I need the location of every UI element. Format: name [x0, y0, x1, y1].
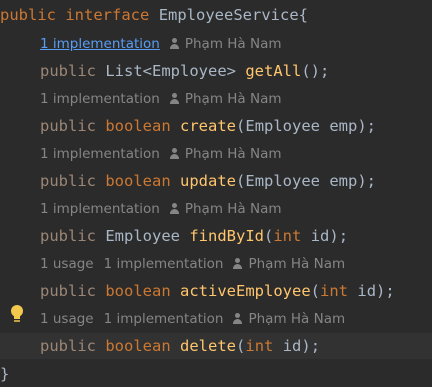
return-type: boolean	[105, 117, 171, 135]
lightbulb-icon[interactable]	[10, 305, 24, 323]
author-label[interactable]: Phạm Hà Nam	[185, 201, 282, 217]
method-name[interactable]: activeEmployee	[180, 282, 311, 300]
implementation-link[interactable]: 1 implementation	[40, 201, 160, 217]
code-vision-hint: 1 usage 1 implementation Phạm Hà Nam	[40, 253, 345, 275]
method-name[interactable]: create	[180, 117, 236, 135]
keyword: public	[0, 6, 56, 24]
param-name: id	[282, 337, 302, 355]
param-type: int	[320, 282, 349, 300]
person-icon	[169, 38, 180, 49]
return-type: Employee	[105, 227, 180, 245]
closing-brace: }	[0, 365, 10, 383]
method-name[interactable]: update	[180, 172, 236, 190]
implementation-link[interactable]: 1 implementation	[40, 36, 160, 52]
method-line: public Employee findById(int id);	[40, 227, 349, 245]
code-vision-hint: 1 implementation Phạm Hà Nam	[40, 88, 282, 110]
param-name: id	[357, 282, 377, 300]
modifier: public	[40, 337, 96, 355]
code-vision-hint: 1 implementation Phạm Hà Nam	[40, 33, 282, 55]
person-icon	[169, 203, 180, 214]
code-vision-hint: 1 implementation Phạm Hà Nam	[40, 198, 282, 220]
author-label[interactable]: Phạm Hà Nam	[248, 256, 345, 272]
modifier: public	[40, 117, 96, 135]
method-line: public boolean create(Employee emp);	[40, 117, 377, 135]
return-type: List<Employee>	[105, 62, 236, 80]
person-icon	[169, 93, 180, 104]
implementation-link[interactable]: 1 implementation	[40, 91, 160, 107]
person-icon	[233, 313, 243, 324]
modifier: public	[40, 227, 96, 245]
modifier: public	[40, 172, 96, 190]
author-label[interactable]: Phạm Hà Nam	[185, 36, 282, 52]
author-label[interactable]: Phạm Hà Nam	[185, 91, 282, 107]
implementation-link[interactable]: 1 implementation	[40, 146, 160, 162]
return-type: boolean	[105, 337, 171, 355]
usages-link[interactable]: 1 usage	[40, 311, 94, 327]
modifier: public	[40, 282, 96, 300]
return-type: boolean	[105, 282, 171, 300]
method-line: public boolean activeEmployee(int id);	[40, 282, 395, 300]
code-vision-hint: 1 usage 1 implementation Phạm Hà Nam	[40, 308, 345, 330]
method-line-current: public boolean delete(int id);	[0, 333, 432, 359]
person-icon	[233, 258, 243, 269]
code-editor[interactable]: public interface EmployeeService{ 1 impl…	[0, 0, 432, 387]
usages-link[interactable]: 1 usage	[40, 256, 94, 272]
author-label[interactable]: Phạm Hà Nam	[248, 311, 345, 327]
params: Employee emp	[245, 117, 358, 135]
implementation-link[interactable]: 1 implementation	[104, 311, 224, 327]
method-name[interactable]: findById	[189, 227, 264, 245]
interface-name: EmployeeService{	[158, 6, 308, 24]
param-name: id	[310, 227, 330, 245]
implementation-link[interactable]: 1 implementation	[104, 256, 224, 272]
method-name[interactable]: getAll	[245, 62, 301, 80]
param-type: int	[273, 227, 302, 245]
param-type: int	[245, 337, 274, 355]
method-line: public List<Employee> getAll();	[40, 62, 330, 80]
author-label[interactable]: Phạm Hà Nam	[185, 146, 282, 162]
interface-declaration: public interface EmployeeService{	[0, 2, 432, 28]
params: Employee emp	[245, 172, 358, 190]
keyword: interface	[65, 6, 150, 24]
code-vision-hint: 1 implementation Phạm Hà Nam	[40, 143, 282, 165]
person-icon	[169, 148, 180, 159]
method-name[interactable]: delete	[180, 337, 236, 355]
modifier: public	[40, 62, 96, 80]
method-line: public boolean update(Employee emp);	[40, 172, 377, 190]
return-type: boolean	[105, 172, 171, 190]
